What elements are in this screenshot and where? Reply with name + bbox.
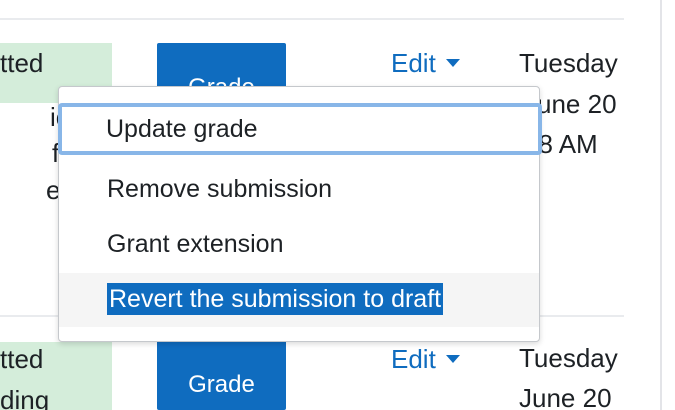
row-divider-top bbox=[0, 18, 624, 20]
status-line: ding bbox=[0, 385, 50, 410]
menu-item-label: Update grade bbox=[106, 115, 258, 143]
menu-item-grant-extension[interactable]: Grant extension bbox=[59, 218, 539, 270]
caret-down-icon bbox=[445, 355, 460, 364]
panel-border bbox=[660, 0, 662, 410]
edit-label: Edit bbox=[391, 344, 436, 374]
menu-item-label: Remove submission bbox=[107, 175, 333, 203]
menu-item-label: Revert the submission to draft bbox=[107, 283, 444, 315]
edit-label: Edit bbox=[391, 48, 436, 78]
status-line: tted bbox=[0, 48, 44, 78]
date-line: Tuesday bbox=[519, 48, 618, 78]
menu-item-remove-submission[interactable]: Remove submission bbox=[59, 163, 539, 215]
grade-button[interactable]: Grade bbox=[157, 340, 286, 410]
menu-item-label: Grant extension bbox=[107, 230, 284, 258]
edit-dropdown-toggle[interactable]: Edit bbox=[391, 48, 460, 78]
viewport: tted ic f e Grade Edit Tuesday June 20 4… bbox=[0, 0, 675, 410]
date-line: June 20 bbox=[519, 383, 612, 410]
menu-item-update-grade[interactable]: Update grade bbox=[58, 103, 542, 155]
caret-down-icon bbox=[445, 59, 460, 68]
edit-dropdown-toggle[interactable]: Edit bbox=[391, 344, 460, 374]
edit-dropdown-menu: Update grade Remove submission Grant ext… bbox=[58, 86, 542, 342]
status-line: tted bbox=[0, 344, 44, 374]
date-line: Tuesday bbox=[519, 343, 618, 373]
menu-item-revert-to-draft[interactable]: Revert the submission to draft bbox=[59, 273, 539, 327]
